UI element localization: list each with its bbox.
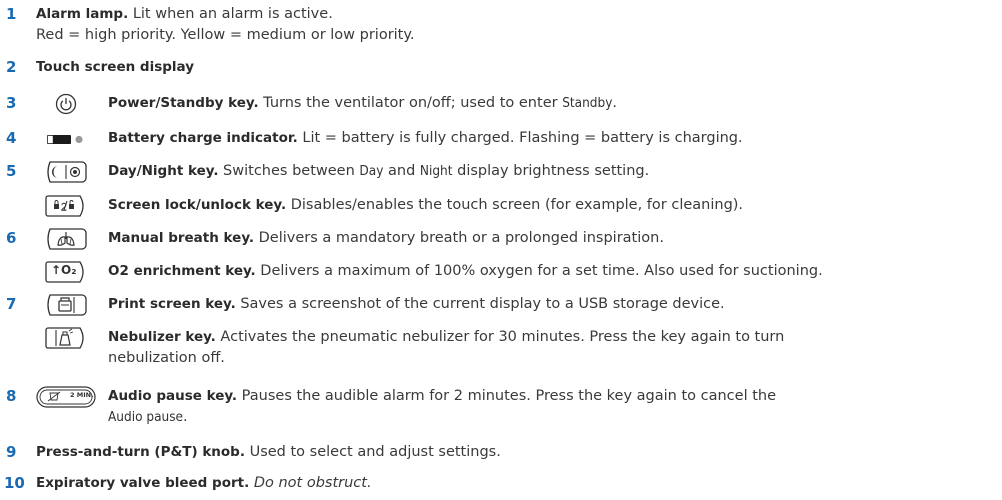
item-desc-line2: nebulization off. — [108, 350, 225, 366]
legend-item-2: 2 Touch screen display — [0, 57, 1002, 79]
item-desc-mid: and — [383, 163, 420, 179]
item-number: 2 — [6, 58, 17, 76]
item-desc-line2: Red = high priority. Yellow = medium or … — [36, 27, 415, 43]
item-number: 7 — [6, 295, 17, 313]
battery-icon — [36, 127, 96, 151]
item-title: Alarm lamp. — [36, 6, 129, 22]
legend-item-9: 9 Press-and-turn (P&T) knob. Used to sel… — [0, 442, 1002, 464]
legend-item-1: 1 Alarm lamp. Lit when an alarm is activ… — [0, 4, 1002, 48]
item-desc-end: display brightness setting. — [452, 163, 650, 179]
item-text: Expiratory valve bleed port. Do not obst… — [36, 473, 998, 494]
legend-item-5: 5 Day/Night key. Switches between Day an… — [0, 159, 1002, 185]
item-desc: Pauses the audible alarm for 2 minutes. … — [237, 388, 776, 404]
item-desc: Activates the pneumatic nebulizer for 30… — [215, 329, 785, 345]
power-icon — [36, 92, 96, 116]
o2-icon-label: ↑O₂ — [51, 263, 77, 277]
item-number: 1 — [6, 5, 17, 23]
item-title: Day/Night key. — [108, 163, 219, 179]
legend-item-4: 4 Battery charge indicator. Lit = batter… — [0, 127, 1002, 151]
item-text: Screen lock/unlock key. Disables/enables… — [108, 195, 998, 216]
item-title: Touch screen display — [36, 59, 195, 75]
item-text: O2 enrichment key. Delivers a maximum of… — [108, 261, 998, 282]
item-desc: Delivers a maximum of 100% oxygen for a … — [255, 263, 823, 279]
item-text: Press-and-turn (P&T) knob. Used to selec… — [36, 442, 998, 463]
item-title: Press-and-turn (P&T) knob. — [36, 444, 245, 460]
mode-label-standby: Standby — [562, 95, 613, 111]
item-title: Expiratory valve bleed port. — [36, 475, 250, 491]
item-desc-end: . — [183, 409, 188, 425]
o2-icon: ↑O₂ — [36, 260, 96, 284]
item-number: 5 — [6, 162, 17, 180]
item-number: 8 — [6, 387, 17, 405]
item-number: 6 — [6, 229, 17, 247]
legend-item-nebulizer: Nebulizer key. Activates the pneumatic n… — [0, 325, 1002, 371]
item-text: Audio pause key. Pauses the audible alar… — [108, 386, 998, 428]
legend-item-8: 8 2 MIN. Audio pause key. Pauses the aud… — [0, 384, 1002, 430]
item-title: Print screen key. — [108, 296, 236, 312]
item-title: O2 enrichment key. — [108, 263, 256, 279]
nebulizer-icon — [36, 326, 96, 350]
mode-label-day: Day — [359, 163, 384, 179]
item-number: 4 — [6, 129, 17, 147]
item-title: Screen lock/unlock key. — [108, 197, 287, 213]
key-legend: 1 Alarm lamp. Lit when an alarm is activ… — [0, 0, 1002, 500]
legend-item-10: 10 Expiratory valve bleed port. Do not o… — [0, 473, 1002, 495]
item-number: 9 — [6, 443, 17, 461]
item-text: Day/Night key. Switches between Day and … — [108, 161, 998, 182]
print-icon — [36, 293, 96, 317]
item-desc: Lit when an alarm is active. — [128, 6, 333, 22]
item-title: Nebulizer key. — [108, 329, 216, 345]
mode-label-night: Night — [419, 163, 453, 179]
item-text: Nebulizer key. Activates the pneumatic n… — [108, 327, 998, 369]
item-desc: Saves a screenshot of the current displa… — [235, 296, 725, 312]
item-title: Audio pause key. — [108, 388, 238, 404]
item-text: Manual breath key. Delivers a mandatory … — [108, 228, 998, 249]
legend-item-o2-enrichment: ↑O₂ O2 enrichment key. Delivers a maximu… — [0, 259, 1002, 285]
legend-item-screen-lock: 𝟸 Screen lock/unlock key. Disables/enabl… — [0, 193, 1002, 219]
item-desc: Lit = battery is fully charged. Flashing… — [297, 130, 743, 146]
item-desc: Used to select and adjust settings. — [244, 444, 501, 460]
item-title: Battery charge indicator. — [108, 130, 298, 146]
item-title: Power/Standby key. — [108, 95, 259, 111]
item-desc: Delivers a mandatory breath or a prolong… — [254, 230, 664, 246]
item-text: Battery charge indicator. Lit = battery … — [108, 128, 998, 149]
item-number: 10 — [4, 474, 25, 492]
item-number: 3 — [6, 94, 17, 112]
item-desc: Turns the ventilator on/off; used to ent… — [258, 95, 563, 111]
legend-item-3: 3 Power/Standby key. Turns the ventilato… — [0, 92, 1002, 116]
item-text: Alarm lamp. Lit when an alarm is active.… — [36, 4, 998, 46]
audio-pause-icon: 2 MIN. — [36, 385, 96, 409]
day-night-icon — [36, 160, 96, 184]
item-desc: Disables/enables the touch screen (for e… — [286, 197, 744, 213]
item-text: Print screen key. Saves a screenshot of … — [108, 294, 998, 315]
mode-label-audio-pause: Audio pause — [108, 409, 184, 425]
item-desc-end: . — [612, 95, 618, 111]
lock-icon: 𝟸 — [36, 194, 96, 218]
item-title: Manual breath key. — [108, 230, 255, 246]
lungs-icon — [36, 227, 96, 251]
item-desc: Switches between — [218, 163, 360, 179]
legend-item-6: 6 Manual breath key. Delivers a mandator… — [0, 226, 1002, 252]
item-text: Touch screen display — [36, 57, 998, 78]
legend-item-7: 7 Print screen key. Saves a screenshot o… — [0, 292, 1002, 318]
audio-pause-icon-label: 2 MIN. — [70, 391, 94, 399]
item-text: Power/Standby key. Turns the ventilator … — [108, 93, 998, 114]
item-warning: Do not obstruct. — [253, 475, 372, 491]
